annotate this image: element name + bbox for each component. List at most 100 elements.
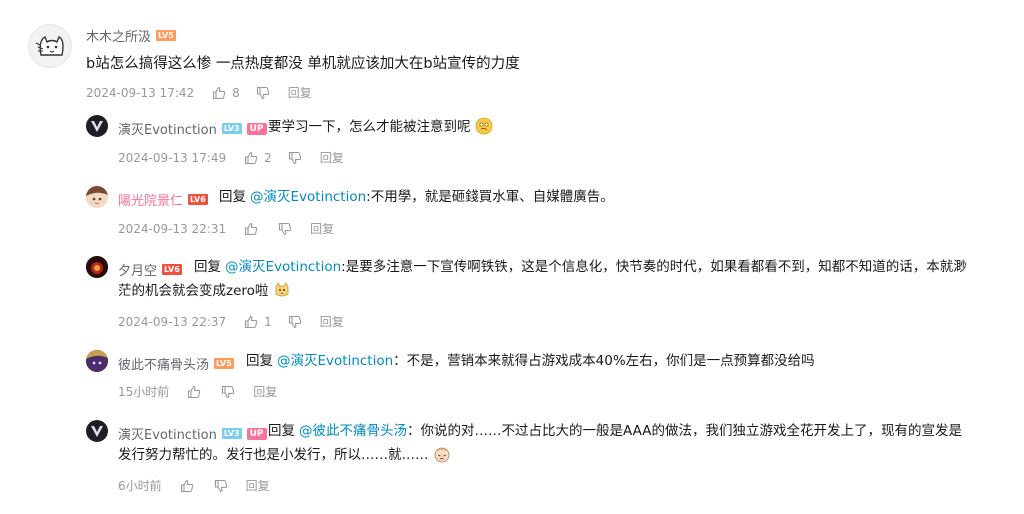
anime-avatar-icon <box>86 186 108 208</box>
like-button[interactable]: 8 <box>212 86 240 100</box>
username[interactable]: 彼此不痛骨头汤 <box>118 354 209 373</box>
dislike-button[interactable] <box>221 385 235 399</box>
thumbs-down-icon <box>214 479 227 492</box>
reply-meta: 2024-09-13 22:37 1 回复 <box>118 313 344 330</box>
dislike-button[interactable] <box>288 151 302 165</box>
reply-time: 2024-09-13 17:49 <box>118 150 227 165</box>
thumbs-down-icon <box>288 315 301 328</box>
reply-prefix: 回复 <box>194 259 221 275</box>
dislike-button[interactable] <box>278 222 292 236</box>
reply-username-row: 演灭Evotinction LV3 UP <box>118 424 267 443</box>
logo-v-icon <box>91 121 103 132</box>
reply-button[interactable]: 回复 <box>320 149 344 166</box>
reply-username-row: 彼此不痛骨头汤 LV5 <box>118 354 234 373</box>
cat-doodle-icon <box>35 36 64 56</box>
like-button[interactable]: 1 <box>244 315 272 329</box>
reply-time: 15小时前 <box>118 385 170 399</box>
avatar-evotinction[interactable] <box>86 420 108 442</box>
level-badge: LV6 <box>188 194 208 205</box>
up-badge: UP <box>246 427 267 440</box>
comment-time: 2024-09-13 17:42 <box>86 85 195 100</box>
reply-meta: 2024-09-13 22:31 回复 <box>118 220 334 237</box>
level-badge: LV5 <box>214 358 234 369</box>
mention-link[interactable]: @演灭Evotinction <box>277 353 393 369</box>
username[interactable]: 夕月空 <box>118 260 157 279</box>
thumbs-down-icon <box>288 151 301 164</box>
anime-sticker-emoji-icon <box>434 447 450 463</box>
level-badge: LV3 <box>221 428 242 439</box>
reply-button[interactable]: 回复 <box>320 313 344 330</box>
reply-username-row: 演灭Evotinction LV3 UP <box>118 119 267 138</box>
reply-time: 2024-09-13 22:37 <box>118 314 227 329</box>
logo-v-icon <box>91 426 103 437</box>
comment-text: b站怎么搞得这么惨 一点热度都没 单机就应该加大在b站宣传的力度 <box>86 56 520 72</box>
level-badge: LV6 <box>162 264 182 275</box>
mention-link[interactable]: @演灭Evotinction <box>225 259 341 275</box>
avatar-mumu[interactable] <box>28 24 72 68</box>
dislike-button[interactable] <box>214 479 228 493</box>
reply-text-line2: 发行努力帮忙的。发行也是小发行，所以……就…… <box>118 444 451 466</box>
cat-emoji-icon <box>275 282 289 297</box>
reply-content-line2: 茫的机会就会变成zero啦 <box>118 283 269 299</box>
reply-username-row: 夕月空 LV6 <box>118 260 182 279</box>
reply-content: 要学习一下，怎么才能被注意到呢 <box>268 119 471 135</box>
mention-link[interactable]: @彼此不痛骨头汤 <box>299 423 407 439</box>
mention-link[interactable]: @演灭Evotinction <box>250 189 366 205</box>
reply-text: 回复 @彼此不痛骨头汤：你说的对……不过占比大的一般是AAA的做法，我们独立游戏全… <box>268 420 962 442</box>
avatar-yangguang[interactable] <box>86 186 108 208</box>
reply-text: 要学习一下，怎么才能被注意到呢 <box>268 116 493 138</box>
like-button[interactable]: 2 <box>244 151 272 165</box>
username[interactable]: 演灭Evotinction <box>118 119 217 138</box>
reply-meta: 2024-09-13 17:49 2 回复 <box>118 149 344 166</box>
reply-time: 2024-09-13 22:31 <box>118 221 227 236</box>
reply-button[interactable]: 回复 <box>310 220 334 237</box>
thumbs-up-icon <box>245 315 258 328</box>
level-badge: LV3 <box>221 123 242 134</box>
like-count: 1 <box>264 314 272 329</box>
reply-content: ：不是，营销本来就得占游戏成本40%左右，你们是一点预算都没给吗 <box>393 353 815 369</box>
username[interactable]: 陽光院景仁 <box>118 190 183 209</box>
reply-button[interactable]: 回复 <box>253 383 277 400</box>
thumbs-down-icon <box>256 86 269 99</box>
like-button[interactable] <box>244 222 262 236</box>
reply-text: 回复 @演灭Evotinction：不是，营销本来就得占游戏成本40%左右，你们是… <box>246 350 815 372</box>
reply-text: 回复 @演灭Evotinction:是要多注意一下宣传啊铁铁，这是个信息化，快节奏… <box>194 256 967 278</box>
dislike-button[interactable] <box>288 315 302 329</box>
like-count: 8 <box>232 85 240 100</box>
thumbs-up-icon <box>188 385 201 398</box>
reply-text: 回复 @演灭Evotinction:不用學，就是砸錢買水軍、自媒體廣告。 <box>219 186 614 208</box>
reply-content-line2: 发行努力帮忙的。发行也是小发行，所以……就…… <box>118 447 429 463</box>
avatar-xiyuekong[interactable] <box>86 256 108 278</box>
reply-meta: 15小时前 回复 <box>118 383 277 400</box>
thumbs-up-icon <box>245 222 258 235</box>
comment-username-row: 木木之所汲 LV5 <box>86 26 176 45</box>
reply-prefix: 回复 <box>268 423 295 439</box>
reply-prefix: 回复 <box>246 353 273 369</box>
reply-content: :不用學，就是砸錢買水軍、自媒體廣告。 <box>366 189 614 205</box>
comment-meta: 2024-09-13 17:42 8 回复 <box>86 84 312 101</box>
up-badge: UP <box>246 122 267 135</box>
reply-username-row: 陽光院景仁 LV6 <box>118 190 208 209</box>
like-button[interactable] <box>180 479 198 493</box>
avatar-evotinction[interactable] <box>86 115 108 137</box>
like-button[interactable] <box>187 385 205 399</box>
thinking-face-emoji-icon <box>475 117 493 135</box>
reply-meta: 6小时前 回复 <box>118 477 270 494</box>
reply-content-line1: ：你说的对……不过占比大的一般是AAA的做法，我们独立游戏全花开发上了，现有的宣… <box>407 423 962 439</box>
thumbs-up-icon <box>213 86 226 99</box>
thumbs-up-icon <box>180 479 193 492</box>
dislike-button[interactable] <box>256 86 270 100</box>
reply-time: 6小时前 <box>118 479 162 493</box>
dark-red-avatar-icon <box>86 256 108 278</box>
username[interactable]: 木木之所汲 <box>86 26 151 45</box>
avatar-bici[interactable] <box>86 350 108 372</box>
reply-content-line1: :是要多注意一下宣传啊铁铁，这是个信息化，快节奏的时代，如果看都看不到，知都不知… <box>341 259 967 275</box>
username[interactable]: 演灭Evotinction <box>118 424 217 443</box>
reply-button[interactable]: 回复 <box>246 477 270 494</box>
reply-prefix: 回复 <box>219 189 246 205</box>
reply-button[interactable]: 回复 <box>288 84 312 101</box>
thumbs-down-icon <box>222 385 235 398</box>
purple-anime-avatar-icon <box>86 350 108 372</box>
thumbs-down-icon <box>279 222 292 235</box>
thumbs-up-icon <box>245 151 258 164</box>
